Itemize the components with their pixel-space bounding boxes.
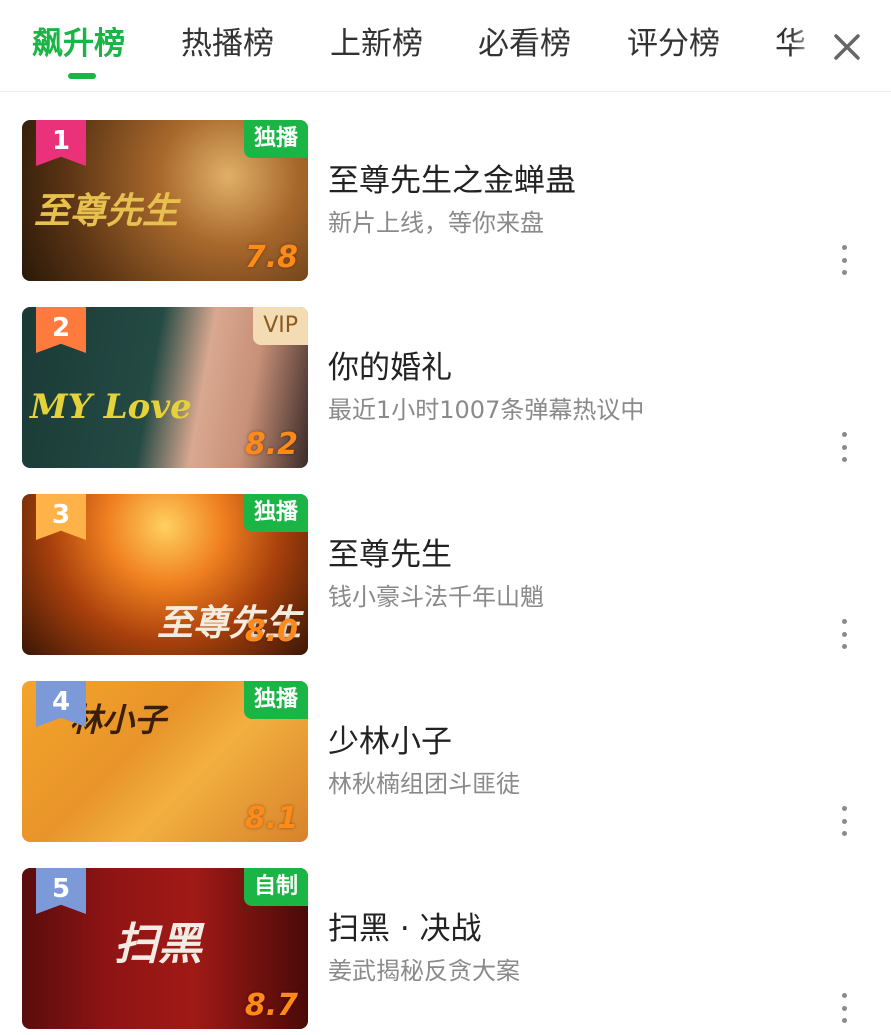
item-subtitle: 钱小豪斗法千年山魈 bbox=[328, 583, 544, 611]
rating-score: 7.8 bbox=[244, 240, 298, 275]
rating-score: 8.0 bbox=[244, 614, 298, 649]
item-title[interactable]: 至尊先生 bbox=[328, 535, 452, 575]
list-item[interactable]: 林小子 4 独播 8.1 少林小子 林秋楠组团斗匪徒 bbox=[0, 681, 891, 868]
list-item[interactable]: MY Love 2 VIP 8.2 你的婚礼 最近1小时1007条弹幕热议中 bbox=[0, 307, 891, 494]
list-item[interactable]: 至尊先生 1 独播 7.8 至尊先生之金蝉蛊 新片上线，等你来盘 bbox=[0, 120, 891, 307]
tab-fade bbox=[790, 10, 824, 80]
item-title[interactable]: 你的婚礼 bbox=[328, 348, 452, 388]
poster-thumbnail[interactable]: 至尊先生 3 独播 8.0 bbox=[22, 494, 308, 655]
poster-thumbnail[interactable]: 林小子 4 独播 8.1 bbox=[22, 681, 308, 842]
vip-tag: VIP bbox=[253, 307, 308, 345]
exclusive-tag: 独播 bbox=[243, 681, 308, 719]
more-options-icon[interactable] bbox=[832, 245, 856, 275]
item-subtitle: 新片上线，等你来盘 bbox=[328, 209, 544, 237]
item-subtitle: 姜武揭秘反贪大案 bbox=[328, 957, 520, 985]
item-subtitle: 林秋楠组团斗匪徒 bbox=[328, 770, 520, 798]
list-item[interactable]: 至尊先生 3 独播 8.0 至尊先生 钱小豪斗法千年山魈 bbox=[0, 494, 891, 681]
item-title[interactable]: 扫黑 · 决战 bbox=[328, 909, 482, 949]
more-options-icon[interactable] bbox=[832, 806, 856, 836]
rating-score: 8.7 bbox=[244, 988, 298, 1023]
list-item[interactable]: 扫黑 5 自制 8.7 扫黑 · 决战 姜武揭秘反贪大案 bbox=[0, 868, 891, 1035]
rating-score: 8.2 bbox=[244, 427, 298, 462]
item-subtitle: 最近1小时1007条弹幕热议中 bbox=[328, 396, 645, 424]
exclusive-tag: 独播 bbox=[243, 494, 308, 532]
poster-thumbnail[interactable]: 至尊先生 1 独播 7.8 bbox=[22, 120, 308, 281]
rating-score: 8.1 bbox=[244, 801, 298, 836]
exclusive-tag: 独播 bbox=[243, 120, 308, 158]
more-options-icon[interactable] bbox=[832, 619, 856, 649]
item-title[interactable]: 至尊先生之金蝉蛊 bbox=[328, 161, 576, 201]
tab-new[interactable]: 上新榜 bbox=[330, 22, 423, 66]
tab-rising[interactable]: 飙升榜 bbox=[32, 22, 125, 66]
close-icon bbox=[834, 34, 860, 60]
close-button[interactable] bbox=[824, 24, 870, 70]
item-title[interactable]: 少林小子 bbox=[328, 722, 452, 762]
poster-title-art: MY Love bbox=[30, 387, 192, 427]
poster-thumbnail[interactable]: 扫黑 5 自制 8.7 bbox=[22, 868, 308, 1029]
tab-rating[interactable]: 评分榜 bbox=[627, 22, 720, 66]
tab-must-see[interactable]: 必看榜 bbox=[478, 22, 571, 66]
tab-hot[interactable]: 热播榜 bbox=[181, 22, 274, 66]
original-tag: 自制 bbox=[243, 868, 308, 906]
poster-title-art: 扫黑 bbox=[114, 919, 202, 970]
category-tab-bar: 飙升榜 热播榜 上新榜 必看榜 评分榜 华 bbox=[0, 0, 891, 92]
more-options-icon[interactable] bbox=[832, 432, 856, 462]
more-options-icon[interactable] bbox=[832, 993, 856, 1023]
active-tab-indicator bbox=[68, 73, 96, 79]
poster-thumbnail[interactable]: MY Love 2 VIP 8.2 bbox=[22, 307, 308, 468]
poster-title-art: 至尊先生 bbox=[34, 190, 179, 232]
